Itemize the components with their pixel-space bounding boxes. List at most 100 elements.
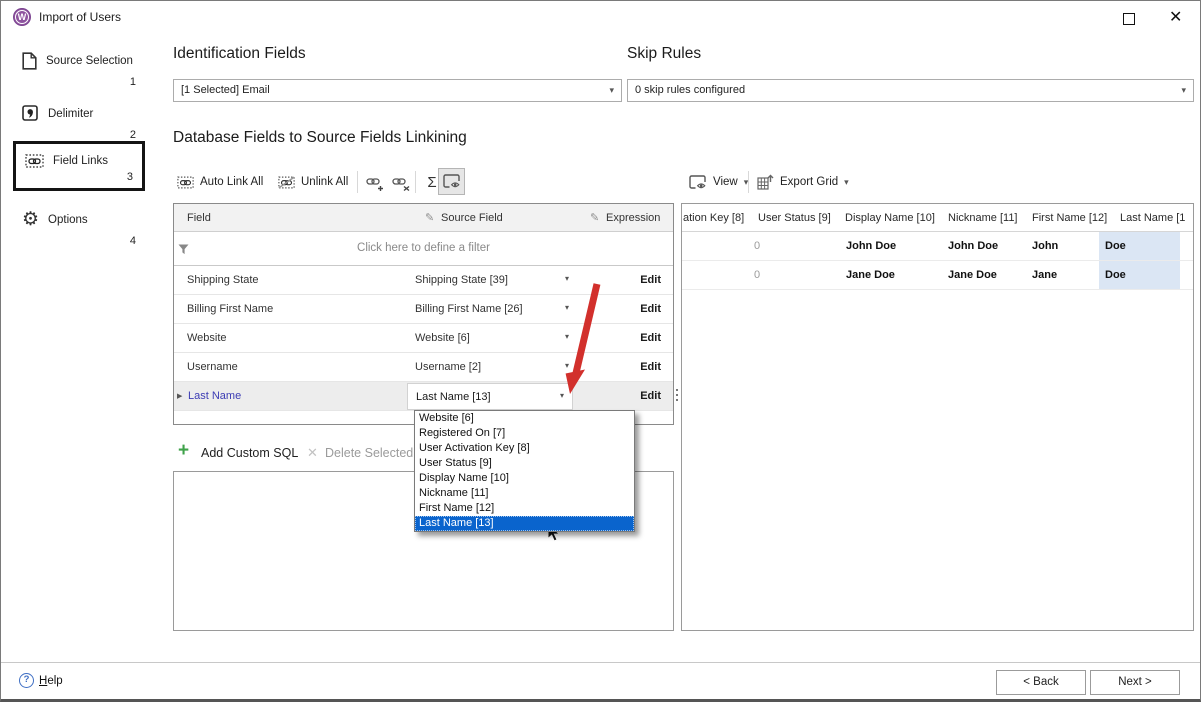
preview-eye-icon — [443, 174, 461, 189]
table-row[interactable]: Website Website [6] ▾ Edit — [174, 324, 673, 353]
chevron-down-icon: ▾ — [844, 177, 849, 188]
identification-fields-heading: Identification Fields — [173, 45, 306, 63]
back-button[interactable]: < Back — [996, 670, 1086, 695]
dropdown-option[interactable]: Display Name [10] — [415, 471, 634, 486]
export-grid-label: Export Grid — [780, 176, 838, 188]
sidebar-item-label: Delimiter — [48, 108, 93, 120]
table-row[interactable]: Billing First Name Billing First Name [2… — [174, 295, 673, 324]
add-custom-sql-button[interactable]: Add Custom SQL — [201, 446, 298, 460]
gear-icon: ⚙ — [22, 211, 39, 229]
edit-link[interactable]: Edit — [640, 390, 661, 402]
step-number: 2 — [130, 129, 136, 141]
field-cell: Username — [187, 361, 238, 373]
step-number: 1 — [130, 76, 136, 88]
chevron-down-icon[interactable]: ▾ — [565, 303, 569, 312]
dropdown-option[interactable]: User Status [9] — [415, 456, 634, 471]
export-grid-icon — [757, 174, 774, 190]
source-field-cell: Username [2] — [415, 361, 481, 373]
maximize-icon[interactable] — [1123, 13, 1135, 25]
skip-rules-dropdown[interactable]: 0 skip rules configured ▾ — [627, 79, 1194, 102]
panel-splitter-handle[interactable] — [676, 389, 679, 401]
field-cell: Last Name — [188, 390, 241, 402]
chevron-down-icon[interactable]: ▾ — [565, 332, 569, 341]
last-name-cell: Doe — [1105, 269, 1126, 281]
view-label: View — [713, 176, 738, 188]
page-icon — [22, 52, 37, 70]
editor-value: Last Name [13] — [416, 391, 491, 403]
field-cell: Billing First Name — [187, 303, 273, 315]
plus-icon: + — [178, 440, 189, 462]
first-name-cell: John — [1032, 240, 1058, 252]
display-name-cell: Jane Doe — [846, 269, 895, 281]
chevron-down-icon: ▾ — [609, 85, 614, 96]
sigma-icon: Σ — [427, 174, 436, 191]
last-name-cell: Doe — [1105, 240, 1126, 252]
column-header: User Status [9] — [758, 212, 831, 224]
display-name-cell: John Doe — [846, 240, 896, 252]
field-links-grid: Field ✎ Source Field ✎ Expression Click … — [173, 203, 674, 425]
dropdown-value: 0 skip rules configured — [635, 84, 745, 96]
sidebar-item-options[interactable]: ⚙ Options 4 — [13, 206, 145, 250]
row-marker-icon: ▶ — [177, 392, 182, 400]
table-row[interactable]: 0 Jane Doe Jane Doe Jane Doe — [682, 261, 1193, 290]
preview-toggle-button[interactable] — [438, 168, 465, 195]
edit-link[interactable]: Edit — [640, 303, 661, 315]
column-header-expression[interactable]: Expression — [606, 212, 660, 224]
dropdown-option[interactable]: Registered On [7] — [415, 426, 634, 441]
help-link[interactable]: Help — [39, 675, 63, 687]
export-grid-button[interactable]: Export Grid ▾ — [757, 169, 849, 195]
sidebar-item-field-links[interactable]: Field Links 3 — [13, 141, 145, 191]
edit-link[interactable]: Edit — [640, 361, 661, 373]
view-eye-icon — [689, 175, 707, 190]
toolbar-separator — [357, 171, 358, 193]
skip-rules-heading: Skip Rules — [627, 45, 701, 63]
unlink-all-button[interactable]: Unlink All — [278, 169, 348, 195]
chevron-down-icon: ▾ — [1181, 85, 1186, 96]
column-header: Nickname [11] — [948, 212, 1018, 224]
column-header-source-field[interactable]: Source Field — [441, 212, 503, 224]
table-row-selected[interactable]: ▶ Last Name Last Name [13] ▾ Edit — [174, 382, 673, 411]
source-field-cell: Shipping State [39] — [415, 274, 508, 286]
dropdown-option-selected[interactable]: Last Name [13] — [415, 516, 634, 531]
dropdown-option[interactable]: Website [6] — [415, 411, 634, 426]
remove-link-button[interactable] — [389, 171, 413, 195]
identification-fields-dropdown[interactable]: [1 Selected] Email ▾ — [173, 79, 622, 102]
unlink-all-label: Unlink All — [301, 176, 348, 188]
step-number: 4 — [130, 235, 136, 247]
source-field-dropdown-list: Website [6] Registered On [7] User Activ… — [414, 410, 635, 532]
delete-x-icon: ✕ — [307, 445, 318, 461]
edit-link[interactable]: Edit — [640, 274, 661, 286]
user-status-cell: 0 — [754, 269, 760, 281]
field-links-icon — [25, 154, 44, 168]
table-row[interactable]: 0 John Doe John Doe John Doe — [682, 232, 1193, 261]
pencil-icon: ✎ — [425, 211, 434, 224]
pencil-icon: ✎ — [590, 211, 599, 224]
table-row[interactable]: Shipping State Shipping State [39] ▾ Edi… — [174, 266, 673, 295]
source-field-editor-dropdown[interactable]: Last Name [13] ▾ — [407, 383, 573, 410]
grid-header-row: Field ✎ Source Field ✎ Expression — [174, 204, 673, 232]
chevron-down-icon[interactable]: ▾ — [565, 361, 569, 370]
quote-icon — [22, 105, 39, 122]
column-header: ation Key [8] — [683, 212, 744, 224]
toolbar-separator — [415, 171, 416, 193]
add-link-button[interactable] — [363, 171, 387, 195]
column-header-field[interactable]: Field — [187, 212, 211, 224]
help-icon[interactable]: ? — [19, 673, 34, 688]
auto-link-all-button[interactable]: Auto Link All — [177, 169, 263, 195]
dropdown-option[interactable]: First Name [12] — [415, 501, 634, 516]
edit-link[interactable]: Edit — [640, 332, 661, 344]
view-menu-button[interactable]: View ▾ — [689, 169, 748, 195]
title-bar: W Import of Users ✕ — [1, 1, 1200, 33]
filter-row[interactable]: Click here to define a filter — [174, 232, 673, 266]
sidebar-item-source-selection[interactable]: Source Selection 1 — [13, 47, 145, 91]
delete-selected-button[interactable]: Delete Selected C — [325, 446, 426, 460]
next-button[interactable]: Next > — [1090, 670, 1180, 695]
close-icon[interactable]: ✕ — [1169, 7, 1182, 27]
unlink-icon — [278, 176, 295, 189]
sidebar-item-delimiter[interactable]: Delimiter 2 — [13, 100, 145, 144]
dropdown-option[interactable]: Nickname [11] — [415, 486, 634, 501]
table-row[interactable]: Username Username [2] ▾ Edit — [174, 353, 673, 382]
chevron-down-icon[interactable]: ▾ — [565, 274, 569, 283]
dropdown-option[interactable]: User Activation Key [8] — [415, 441, 634, 456]
source-field-cell: Website [6] — [415, 332, 470, 344]
